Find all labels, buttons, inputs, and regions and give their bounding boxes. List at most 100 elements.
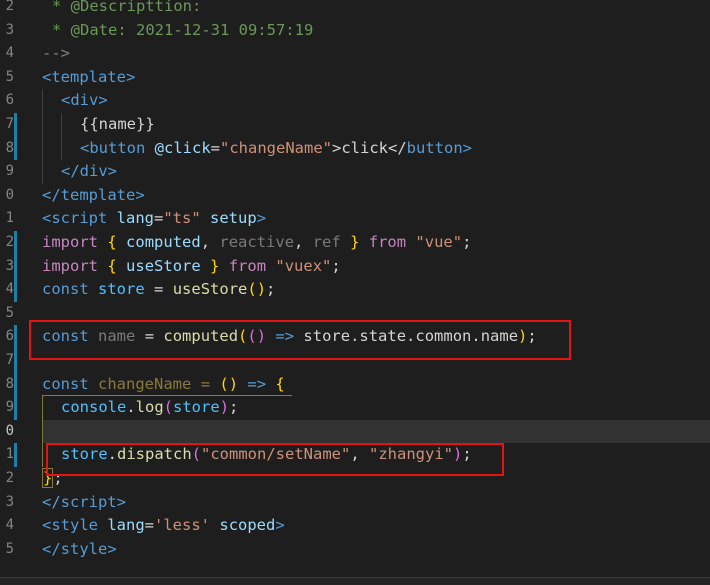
token: = <box>210 138 221 157</box>
line-number: 7 <box>5 352 14 368</box>
token: lang <box>107 516 145 535</box>
line-number: 9 <box>5 399 14 416</box>
code-line[interactable]: 2 import { computed, reactive, ref } fro… <box>0 231 710 255</box>
code-line[interactable]: 3 </script> <box>0 491 710 515</box>
git-modified-marker <box>14 396 17 420</box>
token: button <box>406 138 463 157</box>
line-number: 8 <box>5 375 14 392</box>
code-line[interactable]: 6 <div> <box>0 89 710 113</box>
git-modified-marker <box>14 325 17 349</box>
git-modified-marker <box>14 443 17 467</box>
highlight-box-dispatch <box>46 443 504 476</box>
code-line[interactable]: 9 console.log(store); <box>0 396 710 420</box>
token: () <box>247 280 267 299</box>
code-line[interactable]: 1 <script lang="ts" setup> <box>0 207 710 231</box>
style-close-tag: </style> <box>42 539 117 558</box>
token: = <box>144 516 155 535</box>
line-number: 0 <box>5 422 14 439</box>
token: , <box>294 233 304 251</box>
line-number: 4 <box>5 45 14 62</box>
code-line[interactable]: 4 const store = useStore(); <box>0 278 710 302</box>
token: useStore <box>172 280 248 299</box>
line-number: 1 <box>5 210 14 227</box>
token: changeName <box>98 374 192 393</box>
token: () <box>219 374 239 393</box>
code-line[interactable]: 3 * @Date: 2021-12-31 09:57:19 <box>0 19 710 43</box>
token: > <box>275 516 285 535</box>
line-number: 8 <box>5 139 14 156</box>
line-number: 3 <box>5 493 14 510</box>
token: . <box>126 398 136 417</box>
token: } <box>350 233 360 251</box>
token: </ <box>42 492 61 511</box>
code-line[interactable]: 8 <button @click="changeName">click</but… <box>0 136 710 161</box>
token: from <box>228 256 267 275</box>
code-line[interactable]: 9 </div> <box>0 160 710 184</box>
code-editor[interactable]: 2 * @Descripttion: 3 * @Date: 2021-12-31… <box>0 0 710 585</box>
token: lang <box>116 209 154 228</box>
token: { <box>275 374 285 393</box>
code-line[interactable]: 5 <template> <box>0 66 710 90</box>
token: script <box>60 492 117 511</box>
current-line[interactable]: 0 <box>0 419 710 444</box>
line-number: 6 <box>5 328 14 345</box>
line-number: 2 <box>5 0 14 14</box>
line-number: 2 <box>5 470 14 486</box>
token: <button <box>80 138 146 157</box>
line-number: 5 <box>5 68 14 85</box>
div-close-tag: </div> <box>61 162 117 181</box>
code-line[interactable]: 7 {{name}} <box>0 113 710 137</box>
token: "changeName" <box>220 138 332 157</box>
token: 'less' <box>154 516 211 535</box>
token: => <box>247 374 267 393</box>
token: store <box>98 280 145 299</box>
git-modified-marker <box>14 278 17 302</box>
line-number: 6 <box>5 92 14 109</box>
token: scoped <box>219 516 276 535</box>
code-line[interactable]: 0 </template> <box>0 184 710 208</box>
token: > <box>462 138 472 157</box>
token: store <box>173 398 220 417</box>
token: import <box>42 256 98 275</box>
highlight-box-computed <box>29 320 571 360</box>
line-number: 9 <box>5 163 14 180</box>
token: reactive <box>219 233 295 251</box>
line-number: 5 <box>5 540 14 557</box>
git-modified-marker <box>14 254 17 279</box>
token: const <box>42 280 89 299</box>
token: "vue" <box>415 233 463 251</box>
template-tag: <template> <box>42 67 136 86</box>
token: { <box>107 233 117 251</box>
comment-text: * @Descripttion: <box>52 0 202 15</box>
line-number: 4 <box>5 517 14 534</box>
token: <script <box>42 209 108 228</box>
token: useStore <box>126 256 201 275</box>
token: "vuex" <box>275 256 332 275</box>
interpolation: {{name}} <box>80 115 155 133</box>
token: ; <box>462 233 472 251</box>
token: = <box>154 280 164 299</box>
code-line[interactable]: 2 * @Descripttion: <box>0 0 710 19</box>
code-line[interactable]: 3 import { useStore } from "vuex"; <box>0 254 710 279</box>
code-line[interactable]: 8 const changeName = () => { <box>0 372 710 397</box>
code-line[interactable]: 4 --> <box>0 42 710 66</box>
token: ; <box>266 280 276 299</box>
token: const <box>42 374 89 393</box>
token: , <box>200 233 211 251</box>
comment-text: * @Date: 2021-12-31 09:57:19 <box>52 20 314 39</box>
token: { <box>107 256 117 275</box>
comment-close: --> <box>42 44 70 63</box>
git-modified-marker <box>14 136 17 161</box>
code-line[interactable]: 4 <style lang='less' scoped> <box>0 514 710 538</box>
code-line[interactable]: 5 </style> <box>0 538 710 562</box>
token: console <box>61 398 127 417</box>
git-modified-marker <box>14 349 17 373</box>
line-number: 3 <box>5 257 14 274</box>
line-number: 2 <box>5 234 14 250</box>
line-number: 0 <box>5 186 14 203</box>
token: "ts" <box>163 209 201 228</box>
horizontal-scrollbar[interactable] <box>0 577 710 585</box>
token: ; <box>229 398 239 417</box>
line-number: 7 <box>5 116 14 132</box>
token: > <box>116 492 127 511</box>
